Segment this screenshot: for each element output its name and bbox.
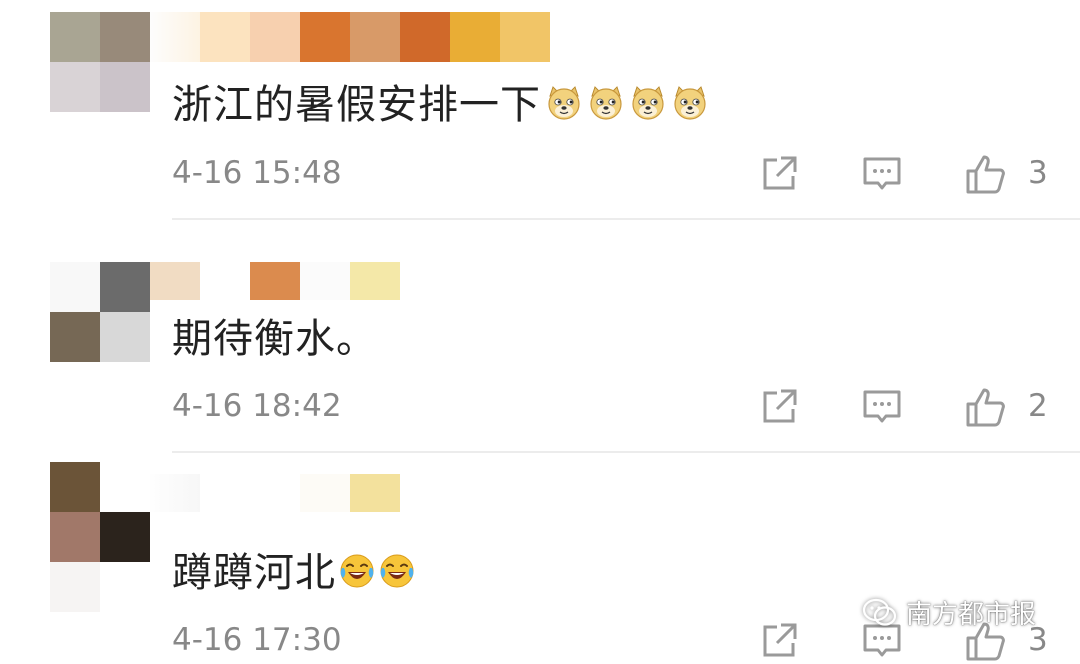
comment-time: 4-16 18:42 [172, 388, 342, 424]
like-button[interactable] [963, 384, 1009, 430]
share-icon [763, 156, 797, 190]
like-count: 2 [1028, 388, 1048, 424]
comment-item: 期待衡水。 4-16 18:42 2 [0, 230, 1080, 453]
username[interactable] [150, 262, 400, 300]
reply-button[interactable] [859, 151, 905, 197]
comment-text-label: 蹲蹲河北 [172, 550, 336, 596]
divider [172, 218, 1080, 220]
laugh-cry-icon [378, 552, 416, 590]
share-button[interactable] [756, 384, 802, 430]
doge-icon [629, 84, 667, 122]
emoji-group [336, 546, 416, 592]
wechat-icon [862, 598, 897, 626]
username[interactable] [150, 474, 400, 512]
comment-text: 浙江的暑假安排一下 [172, 76, 709, 128]
comment-time: 4-16 15:48 [172, 155, 342, 191]
laugh-cry-icon [338, 552, 376, 590]
like-count: 3 [1028, 155, 1048, 191]
share-button[interactable] [756, 618, 802, 664]
watermark-label: 南方都市报 [906, 600, 1037, 630]
comment-text-label: 浙江的暑假安排一下 [172, 82, 541, 128]
share-button[interactable] [756, 151, 802, 197]
username[interactable] [150, 12, 550, 62]
avatar[interactable] [50, 462, 150, 612]
share-icon [763, 389, 797, 423]
doge-icon [671, 84, 709, 122]
watermark: 南方都市报 [862, 594, 1036, 631]
reply-button[interactable] [859, 384, 905, 430]
doge-icon [587, 84, 625, 122]
avatar[interactable] [50, 12, 150, 112]
share-icon [763, 623, 797, 657]
comment-icon [863, 390, 901, 423]
emoji-group [541, 78, 709, 124]
doge-icon [545, 84, 583, 122]
thumbs-up-icon [966, 388, 1005, 427]
comment-icon [863, 157, 901, 190]
like-button[interactable] [963, 151, 1009, 197]
comment-text: 蹲蹲河北 [172, 544, 416, 596]
comment-text-label: 期待衡水。 [172, 316, 377, 362]
comment-time: 4-16 17:30 [172, 622, 342, 658]
comment-item: 浙江的暑假安排一下 4-16 15:48 3 [0, 0, 1080, 220]
avatar[interactable] [50, 262, 150, 362]
thumbs-up-icon [966, 155, 1005, 194]
comment-text: 期待衡水。 [172, 310, 377, 362]
